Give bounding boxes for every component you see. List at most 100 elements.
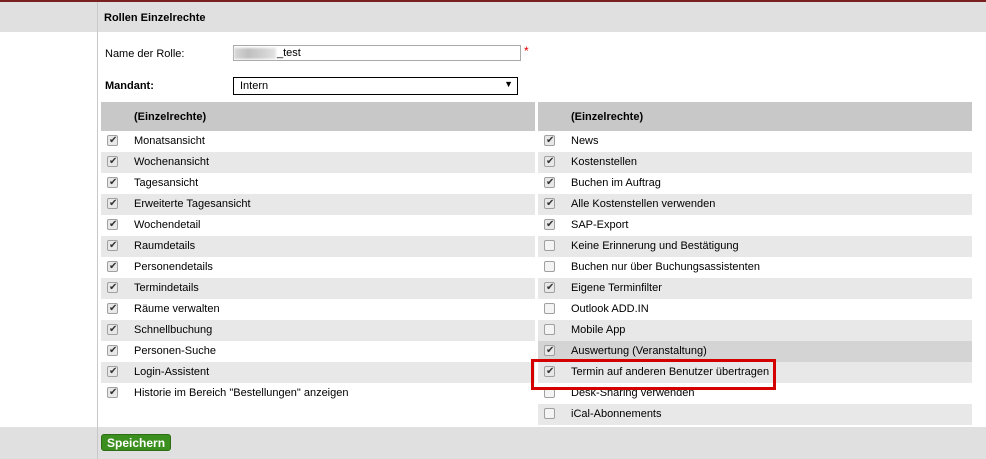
section-header: Rollen Einzelrechte xyxy=(97,2,986,32)
required-mark: * xyxy=(524,44,529,58)
permission-label: Buchen nur über Buchungsassistenten xyxy=(571,261,760,273)
permission-row: ✔ Raumdetails xyxy=(101,236,535,257)
checkmark-icon: ✔ xyxy=(109,387,118,398)
permission-label: News xyxy=(571,135,599,147)
permission-row: ✔ Schnellbuchung xyxy=(101,320,535,341)
checkmark-icon: ✔ xyxy=(109,219,118,230)
role-name-input[interactable]: _test xyxy=(233,45,521,61)
permission-checkbox[interactable] xyxy=(544,240,555,251)
permission-checkbox[interactable]: ✔ xyxy=(544,366,555,377)
left-column-header-label: (Einzelrechte) xyxy=(134,111,207,123)
permission-checkbox[interactable]: ✔ xyxy=(544,135,555,146)
permission-label: Tagesansicht xyxy=(134,177,199,189)
left-gutter-footer xyxy=(0,427,97,459)
permission-row: ✔ Personendetails xyxy=(101,257,535,278)
permission-row: ✔ Eigene Terminfilter xyxy=(538,278,972,299)
permission-row: ✔ Kostenstellen xyxy=(538,152,972,173)
permission-checkbox[interactable] xyxy=(544,303,555,314)
permission-row: Mobile App xyxy=(538,320,972,341)
permission-label: Mobile App xyxy=(571,324,626,336)
permission-row: ✔ Auswertung (Veranstaltung) xyxy=(538,341,972,362)
permission-row: ✔ Wochenansicht xyxy=(101,152,535,173)
permission-label: Raumdetails xyxy=(134,240,196,252)
permission-row: ✔ Erweiterte Tagesansicht xyxy=(101,194,535,215)
permission-label: Räume verwalten xyxy=(134,303,220,315)
permission-checkbox[interactable]: ✔ xyxy=(544,198,555,209)
permission-label: Schnellbuchung xyxy=(134,324,213,336)
checkmark-icon: ✔ xyxy=(546,156,555,167)
permission-row: Keine Erinnerung und Bestätigung xyxy=(538,236,972,257)
permission-label: Termindetails xyxy=(134,282,199,294)
permission-label: Outlook ADD.IN xyxy=(571,303,649,315)
permission-checkbox[interactable]: ✔ xyxy=(107,366,118,377)
permission-checkbox[interactable] xyxy=(544,408,555,419)
permission-row: ✔ Tagesansicht xyxy=(101,173,535,194)
permission-checkbox[interactable]: ✔ xyxy=(107,135,118,146)
permission-checkbox[interactable]: ✔ xyxy=(107,156,118,167)
checkmark-icon: ✔ xyxy=(109,156,118,167)
section-title: Rollen Einzelrechte xyxy=(104,12,206,24)
save-button[interactable]: Speichern xyxy=(101,434,172,451)
permission-row: Desk-Sharing verwenden xyxy=(538,383,972,404)
permission-checkbox[interactable]: ✔ xyxy=(544,219,555,230)
checkmark-icon: ✔ xyxy=(546,366,555,377)
permission-label: SAP-Export xyxy=(571,219,629,231)
permission-label: Wochenansicht xyxy=(134,156,210,168)
left-column-header: (Einzelrechte) xyxy=(101,102,535,131)
permission-label: Wochendetail xyxy=(134,219,201,231)
checkmark-icon: ✔ xyxy=(109,324,118,335)
permission-row: ✔ Alle Kostenstellen verwenden xyxy=(538,194,972,215)
permission-checkbox[interactable]: ✔ xyxy=(107,261,118,272)
checkmark-icon: ✔ xyxy=(109,345,118,356)
checkmark-icon: ✔ xyxy=(546,219,555,230)
mandant-select[interactable]: Intern ▼ xyxy=(233,77,518,95)
permission-checkbox[interactable] xyxy=(544,324,555,335)
permission-label: Keine Erinnerung und Bestätigung xyxy=(571,240,739,252)
left-rights-column: (Einzelrechte) ✔ Monatsansicht ✔ Wochenansi… xyxy=(101,102,535,404)
checkmark-icon: ✔ xyxy=(109,240,118,251)
permission-label: Buchen im Auftrag xyxy=(571,177,661,189)
permission-checkbox[interactable]: ✔ xyxy=(107,240,118,251)
permission-label: Monatsansicht xyxy=(134,135,205,147)
permission-checkbox[interactable]: ✔ xyxy=(107,387,118,398)
right-rights-column: (Einzelrechte) ✔ News ✔ Kostenstellen ✔ Buche… xyxy=(538,102,972,425)
permission-row: ✔ Historie im Bereich "Bestellungen" anze… xyxy=(101,383,535,404)
permission-checkbox[interactable]: ✔ xyxy=(544,282,555,293)
permission-checkbox[interactable]: ✔ xyxy=(107,198,118,209)
left-gutter-header xyxy=(0,2,97,32)
mandant-selected-value: Intern xyxy=(240,80,269,92)
redacted-name-blur xyxy=(234,48,276,59)
checkmark-icon: ✔ xyxy=(546,282,555,293)
role-name-value: _test xyxy=(277,47,301,59)
permission-checkbox[interactable]: ✔ xyxy=(544,177,555,188)
permission-row: ✔ Termin auf anderen Benutzer übertragen xyxy=(538,362,972,383)
permission-checkbox[interactable]: ✔ xyxy=(107,282,118,293)
permission-checkbox[interactable]: ✔ xyxy=(107,303,118,314)
checkmark-icon: ✔ xyxy=(109,177,118,188)
footer-bar: Speichern xyxy=(97,427,986,459)
permission-label: Historie im Bereich "Bestellungen" anzei… xyxy=(134,387,349,399)
permission-label: Login-Assistent xyxy=(134,366,210,378)
permission-checkbox[interactable]: ✔ xyxy=(107,219,118,230)
permission-checkbox[interactable] xyxy=(544,387,555,398)
permission-label: Alle Kostenstellen verwenden xyxy=(571,198,716,210)
checkmark-icon: ✔ xyxy=(109,261,118,272)
checkmark-icon: ✔ xyxy=(109,198,118,209)
permission-label: Auswertung (Veranstaltung) xyxy=(571,345,707,357)
checkmark-icon: ✔ xyxy=(109,282,118,293)
permission-checkbox[interactable]: ✔ xyxy=(544,345,555,356)
permission-label: Personen-Suche xyxy=(134,345,216,357)
permission-label: Eigene Terminfilter xyxy=(571,282,662,294)
permission-checkbox[interactable]: ✔ xyxy=(107,324,118,335)
checkmark-icon: ✔ xyxy=(109,135,118,146)
permission-row: ✔ Monatsansicht xyxy=(101,131,535,152)
permission-checkbox[interactable]: ✔ xyxy=(107,345,118,356)
checkmark-icon: ✔ xyxy=(546,345,555,356)
role-name-label: Name der Rolle: xyxy=(105,48,185,60)
permission-label: Desk-Sharing verwenden xyxy=(571,387,695,399)
permission-row: ✔ SAP-Export xyxy=(538,215,972,236)
triangle-down-icon: ▼ xyxy=(504,79,513,89)
permission-checkbox[interactable] xyxy=(544,261,555,272)
permission-checkbox[interactable]: ✔ xyxy=(107,177,118,188)
permission-checkbox[interactable]: ✔ xyxy=(544,156,555,167)
